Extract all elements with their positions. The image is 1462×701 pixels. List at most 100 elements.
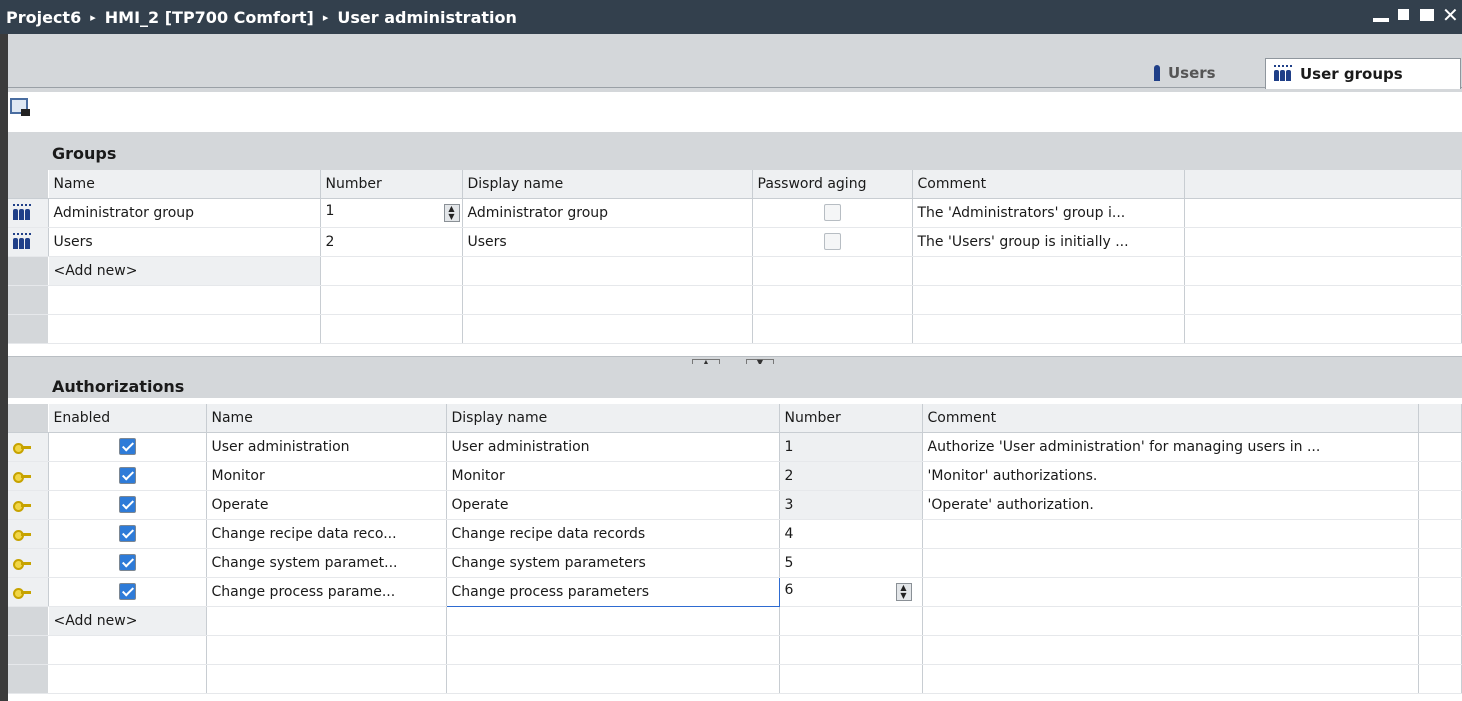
show-details-icon[interactable]: [10, 98, 30, 116]
column-header-number[interactable]: Number: [320, 170, 463, 199]
auth-number-cell[interactable]: 6 ▲ ▼: [779, 577, 923, 607]
add-new-row[interactable]: <Add new>: [8, 606, 1462, 636]
table-row[interactable]: Change process parame... Change process …: [8, 576, 1462, 607]
breadcrumb-separator-icon: ▸: [90, 10, 96, 24]
auth-comment-cell[interactable]: [922, 519, 1419, 549]
enabled-checkbox[interactable]: [118, 438, 136, 455]
auth-number-cell[interactable]: 4: [779, 519, 923, 549]
groups-section-header: Groups: [8, 132, 1462, 170]
auth-display-name-cell[interactable]: User administration: [446, 432, 780, 462]
group-comment-cell[interactable]: The 'Users' group is initially ...: [912, 227, 1185, 257]
column-header-display-name[interactable]: Display name: [446, 404, 780, 433]
left-edge: [0, 132, 8, 701]
breadcrumb-device[interactable]: HMI_2 [TP700 Comfort]: [105, 8, 314, 27]
auth-comment-cell[interactable]: [922, 577, 1419, 607]
maximize-icon[interactable]: [1419, 6, 1435, 24]
table-row[interactable]: Change recipe data reco... Change recipe…: [8, 519, 1462, 549]
column-header-name[interactable]: Name: [48, 170, 321, 199]
close-icon[interactable]: ✕: [1442, 5, 1459, 25]
enabled-checkbox[interactable]: [118, 467, 136, 484]
add-new-authorization[interactable]: <Add new>: [48, 606, 207, 636]
column-header-number[interactable]: Number: [779, 404, 923, 433]
auth-display-name-cell[interactable]: Monitor: [446, 461, 780, 491]
groups-title: Groups: [52, 143, 117, 163]
table-row[interactable]: Administrator group 1 ▲ ▼ Administrator g…: [8, 198, 1462, 228]
tab-user-groups[interactable]: User groups: [1265, 58, 1461, 89]
table-row[interactable]: Users 2 Users The 'Users' group is initi…: [8, 227, 1462, 257]
section-splitter[interactable]: ▲ ▼: [8, 356, 1462, 367]
auth-name-cell[interactable]: Operate: [206, 490, 447, 520]
auth-name-cell[interactable]: User administration: [206, 432, 447, 462]
spinner-icon[interactable]: ▲ ▼: [443, 204, 460, 222]
password-aging-cell[interactable]: [752, 198, 913, 228]
group-display-name-cell[interactable]: Administrator group: [462, 198, 753, 228]
enabled-checkbox[interactable]: [118, 496, 136, 513]
group-number-cell[interactable]: 1 ▲ ▼: [320, 198, 463, 228]
minimize-icon[interactable]: [1373, 8, 1389, 22]
group-number-value: 1: [325, 203, 335, 219]
auth-comment-cell[interactable]: Authorize 'User administration' for mana…: [922, 432, 1419, 462]
breadcrumb-separator-icon: ▸: [322, 10, 329, 24]
authorizations-title: Authorizations: [52, 376, 185, 396]
breadcrumb-project[interactable]: Project6: [6, 8, 81, 27]
key-icon: [13, 471, 33, 483]
auth-name-cell[interactable]: Change recipe data reco...: [206, 519, 447, 549]
column-header-password-aging[interactable]: Password aging: [752, 170, 913, 199]
authorizations-section-header: Authorizations: [8, 364, 1462, 398]
auth-comment-cell[interactable]: 'Monitor' authorizations.: [922, 461, 1419, 491]
table-row[interactable]: Monitor Monitor 2 'Monitor' authorizatio…: [8, 461, 1462, 491]
auth-number-cell[interactable]: 5: [779, 548, 923, 578]
spinner-icon[interactable]: ▲ ▼: [895, 583, 912, 601]
key-icon: [13, 587, 33, 599]
tab-user-groups-label: User groups: [1300, 65, 1403, 83]
auth-comment-cell[interactable]: 'Operate' authorization.: [922, 490, 1419, 520]
password-aging-checkbox[interactable]: [823, 204, 841, 221]
column-header-name[interactable]: Name: [206, 404, 447, 433]
auth-display-name-cell[interactable]: Change recipe data records: [446, 519, 780, 549]
group-comment-cell[interactable]: The 'Administrators' group i...: [912, 198, 1185, 228]
table-row[interactable]: User administration User administration …: [8, 432, 1462, 462]
column-header-display-name[interactable]: Display name: [462, 170, 753, 199]
breadcrumb-editor: User administration: [337, 7, 517, 27]
float-window-icon[interactable]: [1396, 6, 1412, 24]
user-group-icon: [1274, 65, 1292, 81]
auth-display-name-edit-field[interactable]: Change process parameters: [445, 576, 780, 607]
add-new-group[interactable]: <Add new>: [48, 256, 321, 286]
auth-display-name-cell[interactable]: Operate: [446, 490, 780, 520]
auth-name-cell[interactable]: Change process parame...: [206, 577, 447, 607]
user-group-icon: [13, 232, 31, 249]
auth-number-value: 6: [784, 582, 794, 598]
user-icon: [1154, 65, 1160, 81]
add-new-row[interactable]: <Add new>: [8, 256, 1462, 286]
group-number-cell[interactable]: 2: [320, 227, 463, 257]
password-aging-checkbox[interactable]: [823, 233, 841, 250]
column-header-comment[interactable]: Comment: [922, 404, 1419, 433]
table-row[interactable]: Operate Operate 3 'Operate' authorizatio…: [8, 490, 1462, 520]
group-display-name-cell[interactable]: Users: [462, 227, 753, 257]
enabled-checkbox[interactable]: [118, 525, 136, 542]
title-bar: Project6 ▸ HMI_2 [TP700 Comfort] ▸ User …: [0, 0, 1462, 34]
user-group-icon: [13, 203, 31, 220]
auth-name-cell[interactable]: Change system paramet...: [206, 548, 447, 578]
auth-display-name-cell[interactable]: Change system parameters: [446, 548, 780, 578]
editor-tab-strip: Users User groups: [0, 34, 1462, 92]
auth-number-cell[interactable]: 1: [779, 432, 923, 462]
authorizations-table: Enabled Name Display name Number Comment…: [8, 404, 1462, 694]
editor-toolbar: [0, 92, 1462, 132]
key-icon: [13, 500, 33, 512]
auth-number-cell[interactable]: 3: [779, 490, 923, 520]
auth-name-cell[interactable]: Monitor: [206, 461, 447, 491]
group-name-cell[interactable]: Administrator group: [48, 198, 321, 228]
password-aging-cell[interactable]: [752, 227, 913, 257]
table-row[interactable]: Change system paramet... Change system p…: [8, 548, 1462, 578]
tab-users-label: Users: [1168, 64, 1216, 82]
column-header-enabled[interactable]: Enabled: [48, 404, 207, 433]
enabled-checkbox[interactable]: [118, 554, 136, 571]
column-header-comment[interactable]: Comment: [912, 170, 1185, 199]
auth-number-cell[interactable]: 2: [779, 461, 923, 491]
tab-users[interactable]: Users: [1140, 58, 1260, 88]
enabled-checkbox[interactable]: [118, 583, 136, 600]
group-name-cell[interactable]: Users: [48, 227, 321, 257]
key-icon: [13, 558, 33, 570]
auth-comment-cell[interactable]: [922, 548, 1419, 578]
